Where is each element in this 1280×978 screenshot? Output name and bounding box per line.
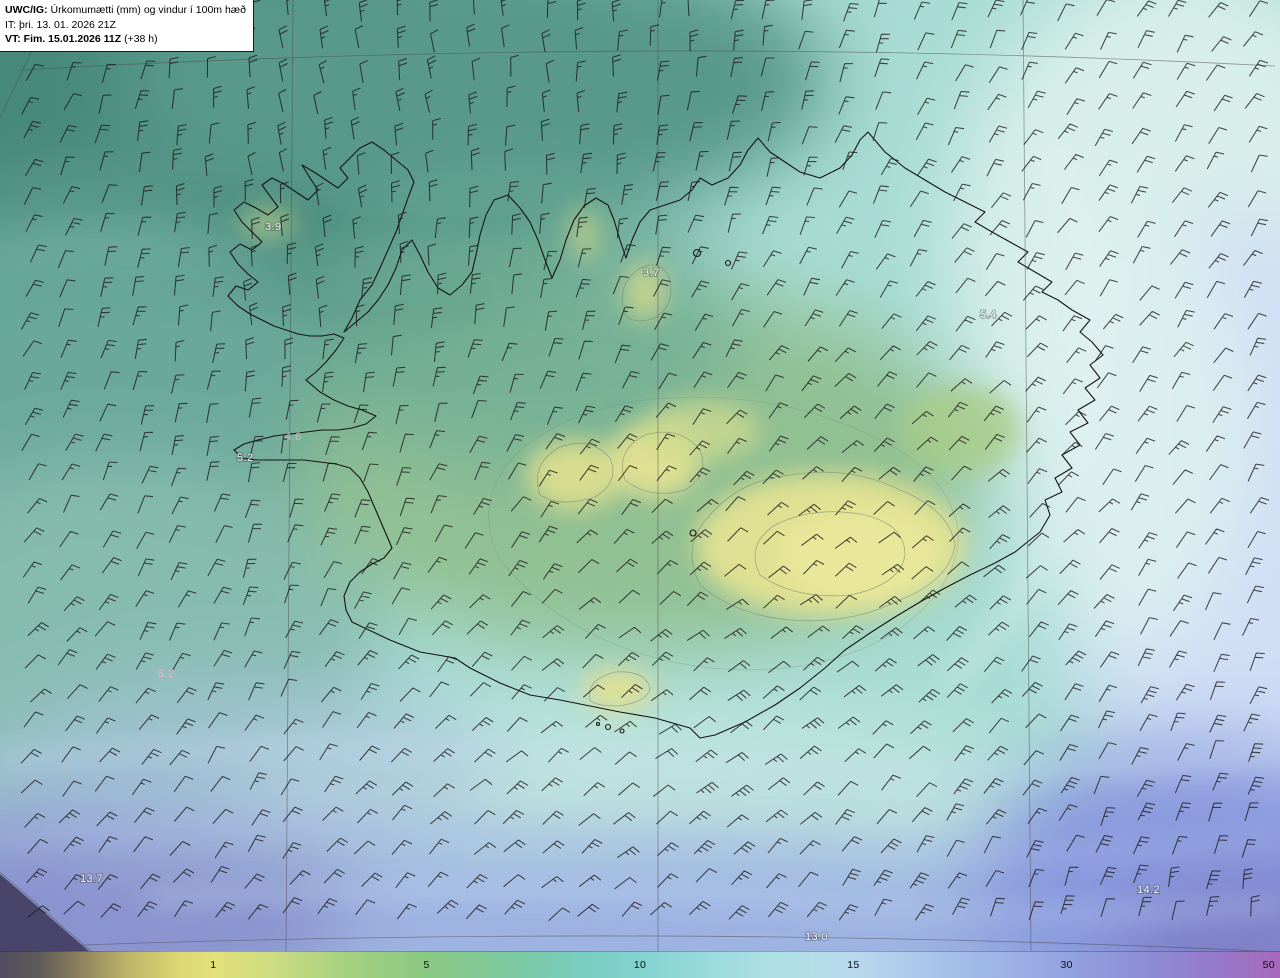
value-label: 4.6 xyxy=(285,431,302,443)
colorbar-tick-50: 50 xyxy=(1262,959,1275,971)
value-label: 3.9 xyxy=(265,221,282,233)
value-label: 5.4 xyxy=(980,309,997,321)
value-label: 14.2 xyxy=(1137,884,1160,896)
colorbar-tick-10: 10 xyxy=(633,959,647,971)
colorbar-tick-15: 15 xyxy=(847,959,860,971)
init-time-line: IT: þri. 13. 01. 2026 21Z xyxy=(5,18,116,31)
valid-time-line: VT: Fim. 15.01.2026 11Z (+38 h) xyxy=(5,32,246,47)
value-label: 8.2 xyxy=(158,668,175,680)
colorbar-tick-1: 1 xyxy=(210,959,217,971)
value-label: 13.0 xyxy=(805,931,828,943)
valid-time: VT: Fim. 15.01.2026 11Z xyxy=(5,33,122,46)
value-label: 3.7 xyxy=(643,267,660,279)
lead-time: (+38 h) xyxy=(121,33,158,46)
value-label: 5.2 xyxy=(237,452,254,464)
map-info-box: UWC/IG: Úrkomumætti (mm) og vindur í 100… xyxy=(0,0,254,53)
model-name: UWC/IG: xyxy=(5,4,48,16)
weather-map-app: 3.9 3.7 5.4 5.2 4.6 8.2 13.7 14.2 13.0 UWC/IG: Ú… xyxy=(0,0,1280,978)
value-label: 13.7 xyxy=(80,873,103,885)
colorbar-tick-30: 30 xyxy=(1060,959,1073,971)
colorbar-tick-5: 5 xyxy=(423,959,430,971)
precipitation-colorbar: 1 5 10 15 30 50 xyxy=(0,951,1280,978)
map-title-line: UWC/IG: Úrkomumætti (mm) og vindur í 100… xyxy=(5,3,246,18)
weather-map: 3.9 3.7 5.4 5.2 4.6 8.2 13.7 14.2 13.0 xyxy=(0,0,1280,978)
map-title: Úrkomumætti (mm) og vindur í 100m hæð xyxy=(47,4,246,16)
